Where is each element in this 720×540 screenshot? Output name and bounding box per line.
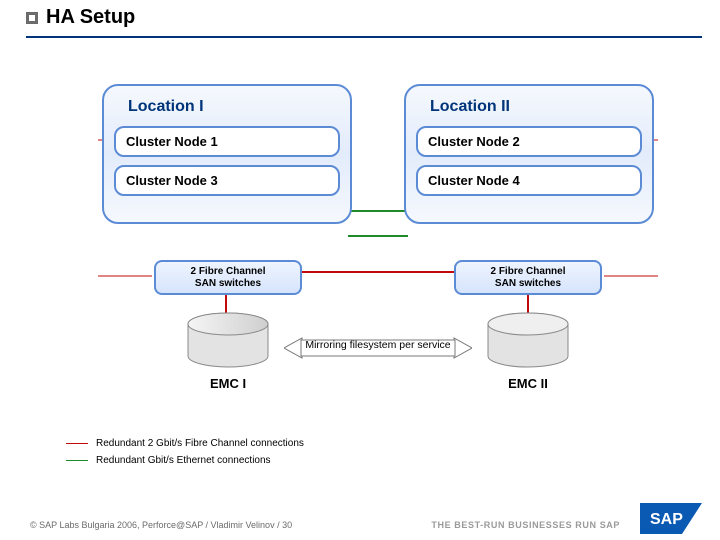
storage-cylinder-left: EMC I — [184, 312, 272, 394]
legend-row-fc: Redundant 2 Gbit/s Fibre Channel connect… — [66, 438, 304, 449]
location-panel-left: Location I Cluster Node 1 Cluster Node 3 — [102, 84, 352, 224]
fc-switch-right-line2: SAN switches — [462, 278, 594, 290]
legend-eth-line-icon — [66, 460, 88, 461]
cylinder-icon — [184, 312, 272, 372]
fc-switch-left-line1: 2 Fibre Channel — [162, 266, 294, 278]
legend-fc-line-icon — [66, 443, 88, 444]
cluster-node-2: Cluster Node 2 — [416, 126, 642, 157]
header-rule — [26, 36, 702, 38]
svg-text:SAP: SAP — [650, 511, 683, 528]
cylinder-icon — [484, 312, 572, 372]
sap-logo-icon: SAP — [640, 503, 702, 534]
location-panel-right: Location II Cluster Node 2 Cluster Node … — [404, 84, 654, 224]
location-title-left: Location I — [128, 98, 340, 116]
cluster-node-4: Cluster Node 4 — [416, 165, 642, 196]
fc-switch-left-line2: SAN switches — [162, 278, 294, 290]
storage-cylinder-right: EMC II — [484, 312, 572, 394]
location-title-right: Location II — [430, 98, 642, 116]
footer-tagline: THE BEST-RUN BUSINESSES RUN SAP — [431, 520, 620, 530]
legend: Redundant 2 Gbit/s Fibre Channel connect… — [66, 438, 304, 472]
fc-switch-right: 2 Fibre Channel SAN switches — [454, 260, 602, 295]
page-title: HA Setup — [46, 6, 135, 29]
cluster-node-1: Cluster Node 1 — [114, 126, 340, 157]
fc-switch-left: 2 Fibre Channel SAN switches — [154, 260, 302, 295]
legend-fc-label: Redundant 2 Gbit/s Fibre Channel connect… — [96, 438, 304, 449]
section-marker-icon — [26, 12, 38, 24]
footer-copyright: © SAP Labs Bulgaria 2006, Perforce@SAP /… — [30, 520, 292, 530]
mirror-label: Mirroring filesystem per service — [286, 339, 470, 351]
storage-label-right: EMC II — [484, 376, 572, 391]
cluster-node-3: Cluster Node 3 — [114, 165, 340, 196]
fc-switch-right-line1: 2 Fibre Channel — [462, 266, 594, 278]
storage-label-left: EMC I — [184, 376, 272, 391]
legend-eth-label: Redundant Gbit/s Ethernet connections — [96, 455, 271, 466]
ha-diagram: Location I Cluster Node 1 Cluster Node 3… — [98, 76, 658, 376]
legend-row-eth: Redundant Gbit/s Ethernet connections — [66, 455, 304, 466]
